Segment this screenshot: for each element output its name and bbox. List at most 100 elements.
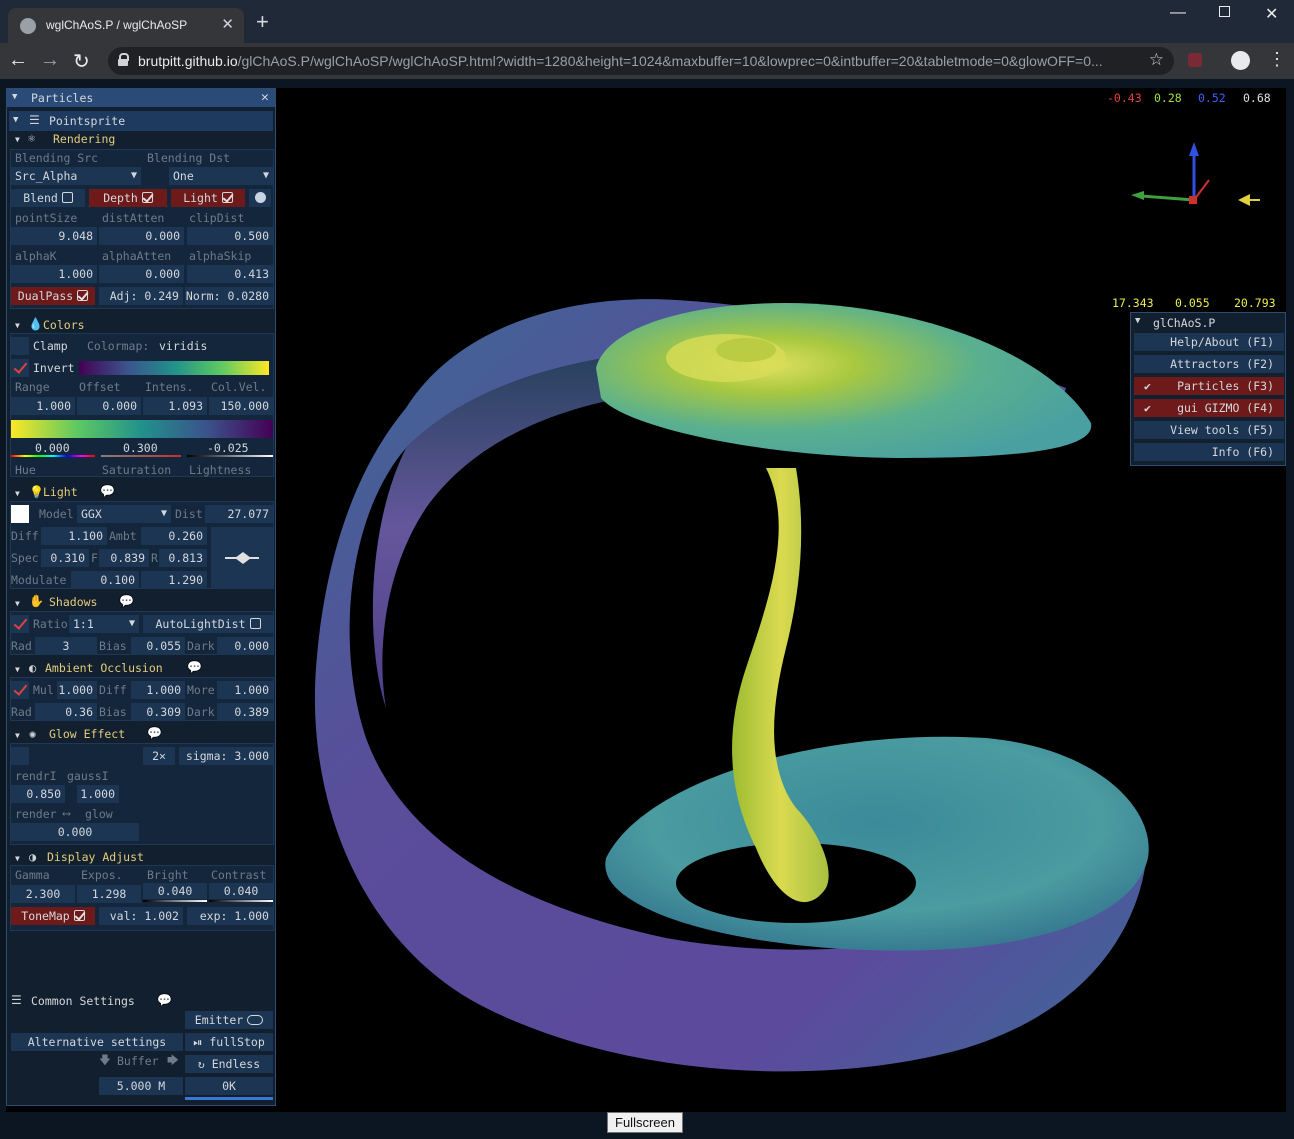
light-header[interactable]: Light xyxy=(43,485,78,499)
hue-slider[interactable] xyxy=(11,455,95,457)
contrast-slider[interactable] xyxy=(209,900,273,902)
browser-tab[interactable]: wglChAoS.P / wglChAoSP ✕ xyxy=(8,8,244,43)
gamma-field[interactable]: 2.300 xyxy=(11,885,75,903)
contrast-field[interactable]: 0.040 xyxy=(209,883,273,899)
offset-field[interactable]: 0.000 xyxy=(77,397,141,415)
common-settings-header[interactable]: Common Settings xyxy=(31,994,135,1008)
distatten-field[interactable]: 0.000 xyxy=(99,227,184,245)
collapse-arrow-icon[interactable]: ▼ xyxy=(1135,316,1140,326)
render-glow-mix-field[interactable]: 0.000 xyxy=(11,823,139,841)
url-field[interactable]: brutpitt.github.io/glChAoS.P/wglChAoSP/w… xyxy=(108,47,1174,75)
ao-rad-field[interactable]: 0.36 xyxy=(35,703,97,721)
saturation-slider[interactable] xyxy=(101,455,181,457)
help-bubble-icon[interactable]: 💬 xyxy=(147,726,162,740)
shadow-dark-field[interactable]: 0.000 xyxy=(217,637,273,655)
bright-slider[interactable] xyxy=(143,900,207,902)
panel-titlebar[interactable]: ▼ Particles ✕ xyxy=(7,89,275,107)
collapse-arrow-icon[interactable]: ▼ xyxy=(15,135,20,144)
light-color-button[interactable] xyxy=(249,189,271,207)
fullscreen-button[interactable]: Fullscreen xyxy=(607,1112,683,1133)
blend-dst-select[interactable]: One ▼ xyxy=(169,167,273,185)
alphaskip-field[interactable]: 0.413 xyxy=(187,265,273,283)
expos-field[interactable]: 1.298 xyxy=(77,885,141,903)
collapse-arrow-icon[interactable]: ▼ xyxy=(12,92,17,102)
clamp-checkbox[interactable] xyxy=(11,337,29,355)
glow-header[interactable]: Glow Effect xyxy=(49,727,125,741)
help-bubble-icon[interactable]: 💬 xyxy=(187,660,202,674)
tonemap-val-field[interactable]: val: 1.002 xyxy=(99,907,183,925)
close-window-icon[interactable]: ✕ xyxy=(1265,4,1278,24)
collapse-arrow-icon[interactable]: ▼ xyxy=(15,731,20,740)
display-header[interactable]: Display Adjust xyxy=(47,850,144,864)
extension-icon[interactable] xyxy=(1188,53,1202,67)
r-field[interactable]: 0.813 xyxy=(159,549,207,567)
depth-toggle[interactable]: Depth xyxy=(89,189,167,207)
saturation-value[interactable]: 0.300 xyxy=(123,441,158,455)
colormap-preview[interactable] xyxy=(79,361,269,375)
lightness-value[interactable]: -0.025 xyxy=(207,441,249,455)
range-field[interactable]: 1.000 xyxy=(11,397,75,415)
gauss-field[interactable]: 1.000 xyxy=(77,785,119,803)
shadows-enable-checkbox[interactable] xyxy=(11,615,29,633)
alternative-settings-button[interactable]: Alternative settings xyxy=(11,1033,183,1051)
bright-field[interactable]: 0.040 xyxy=(143,883,207,899)
menu-item-help[interactable]: Help/About (F1) xyxy=(1134,333,1284,351)
colors-header[interactable]: Colors xyxy=(43,318,85,332)
ao-diff-field[interactable]: 1.000 xyxy=(131,681,185,699)
diff-field[interactable]: 1.100 xyxy=(41,527,107,545)
modulate-field-1[interactable]: 0.100 xyxy=(71,571,139,589)
pointsprite-header[interactable]: ▼ ☰ Pointsprite xyxy=(9,111,273,131)
bookmark-star-icon[interactable]: ☆ xyxy=(1149,50,1164,70)
endless-button[interactable]: ↻ Endless xyxy=(185,1055,273,1073)
close-tab-icon[interactable]: ✕ xyxy=(221,15,234,33)
menu-item-info[interactable]: Info (F6) xyxy=(1134,443,1284,461)
forward-icon[interactable]: → xyxy=(40,49,60,72)
profile-avatar-icon[interactable] xyxy=(1231,51,1250,70)
shadows-header[interactable]: Shadows xyxy=(49,595,97,609)
hue-value[interactable]: 0.000 xyxy=(35,441,70,455)
help-bubble-icon[interactable]: 💬 xyxy=(119,594,134,608)
clipdist-field[interactable]: 0.500 xyxy=(187,227,273,245)
ratio-select[interactable]: 1:1 ▼ xyxy=(69,615,139,633)
back-icon[interactable]: ← xyxy=(8,49,28,72)
sigma-field[interactable]: sigma: 3.000 xyxy=(179,747,273,765)
colvel-field[interactable]: 150.000 xyxy=(209,397,273,415)
rendering-header[interactable]: Rendering xyxy=(53,132,115,146)
alphak-field[interactable]: 1.000 xyxy=(11,265,97,283)
buffer-count-field[interactable]: 5.000 M xyxy=(99,1077,183,1095)
help-bubble-icon[interactable]: 💬 xyxy=(100,484,115,498)
app-canvas-area[interactable]: -0.43 0.28 0.52 0.68 17.343 0.055 20.793… xyxy=(6,88,1286,1112)
menu-item-view-tools[interactable]: View tools (F5) xyxy=(1134,421,1284,439)
fullstop-button[interactable]: ⏯ fullStop xyxy=(185,1033,273,1051)
model-select[interactable]: GGX ▼ xyxy=(77,505,171,523)
norm-field[interactable]: Norm: 0.0280 xyxy=(185,287,273,305)
collapse-arrow-icon[interactable]: ▼ xyxy=(15,321,20,330)
ao-more-field[interactable]: 1.000 xyxy=(217,681,273,699)
blend-toggle[interactable]: Blend xyxy=(11,189,85,207)
blend-src-select[interactable]: Src_Alpha ▼ xyxy=(11,167,141,185)
tonemap-toggle[interactable]: ToneMap xyxy=(11,907,95,925)
autolightdist-toggle[interactable]: AutoLightDist xyxy=(143,615,273,633)
ao-header[interactable]: Ambient Occlusion xyxy=(45,661,163,675)
light-toggle[interactable]: Light xyxy=(171,189,245,207)
menu-dots-icon[interactable]: ⋮ xyxy=(1268,49,1286,70)
tonemap-exp-field[interactable]: exp: 1.000 xyxy=(187,907,273,925)
reload-icon[interactable]: ↻ xyxy=(73,49,90,74)
close-panel-icon[interactable]: ✕ xyxy=(261,90,269,105)
orientation-gizmo[interactable] xyxy=(1131,142,1260,206)
light-direction-gizmo[interactable] xyxy=(211,527,273,589)
rendr-field[interactable]: 0.850 xyxy=(11,785,65,803)
intens-field[interactable]: 1.093 xyxy=(143,397,207,415)
menu-item-gizmo[interactable]: ✔ gui GIZMO (F4) xyxy=(1134,399,1284,417)
minimize-icon[interactable]: — xyxy=(1170,4,1186,22)
ao-mul-field[interactable]: 1.000 xyxy=(57,681,97,699)
glow-mult-button[interactable]: 2× xyxy=(143,747,175,765)
light-color-swatch[interactable] xyxy=(11,505,29,523)
maximize-icon[interactable] xyxy=(1219,6,1230,17)
help-bubble-icon[interactable]: 💬 xyxy=(157,993,172,1007)
spec-field[interactable]: 0.310 xyxy=(41,549,89,567)
menu-item-particles[interactable]: ✔ Particles (F3) xyxy=(1134,377,1284,395)
ao-enable-checkbox[interactable] xyxy=(11,681,29,699)
lightness-slider[interactable] xyxy=(187,455,273,457)
collapse-arrow-icon[interactable]: ▼ xyxy=(15,599,20,608)
